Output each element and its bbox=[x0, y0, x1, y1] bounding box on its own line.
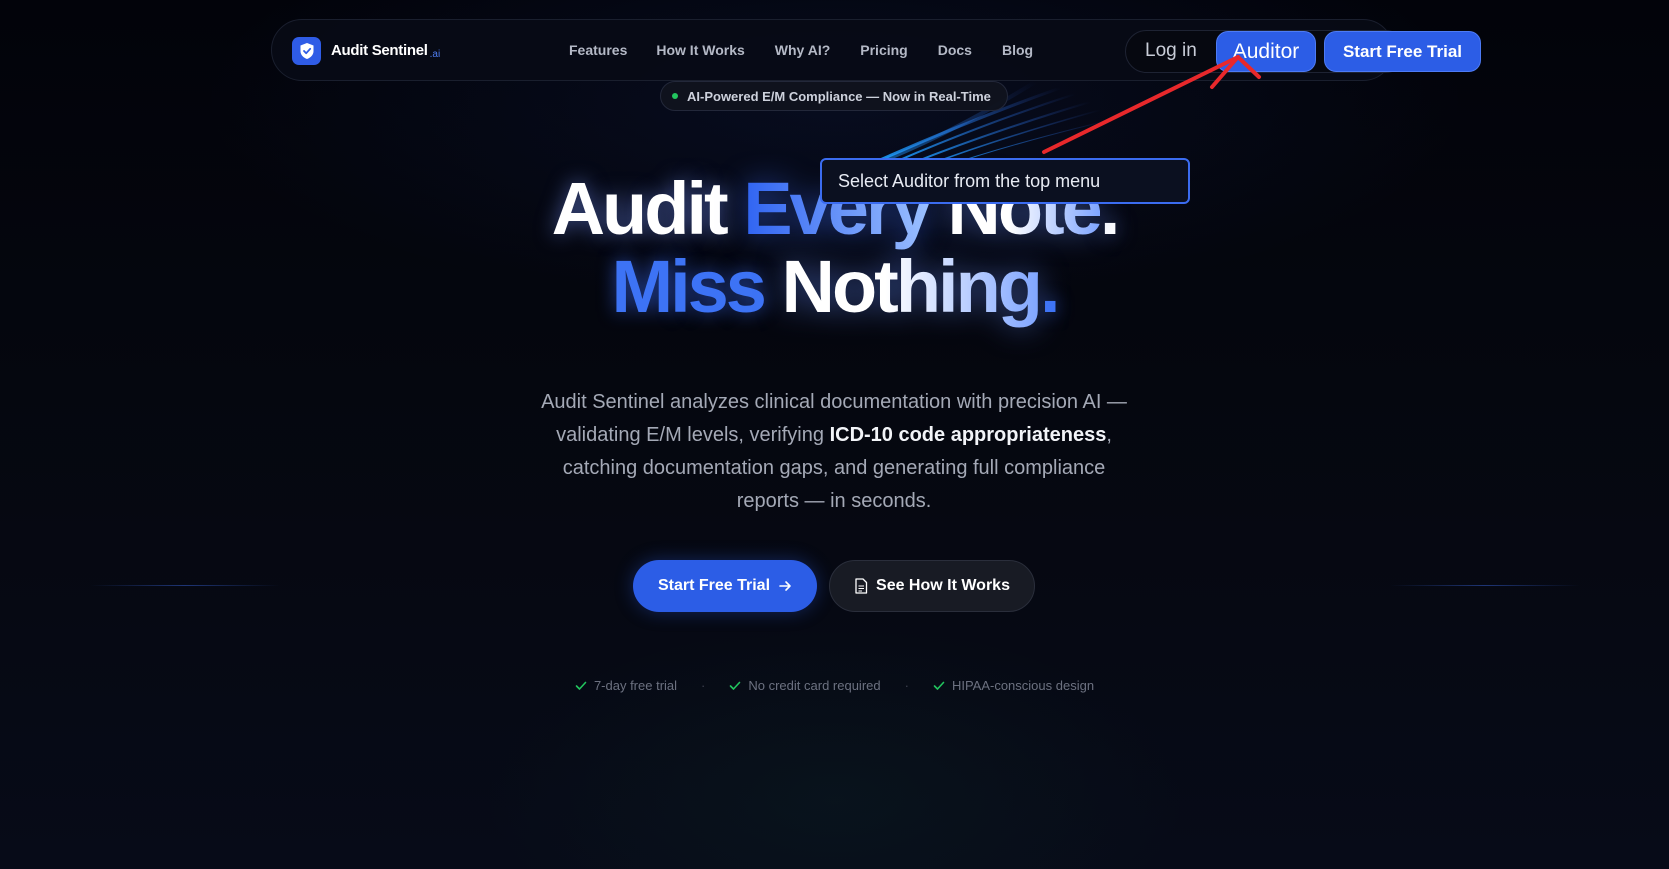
perk-separator: · bbox=[701, 678, 706, 693]
shield-check-icon bbox=[292, 37, 321, 65]
nav-link-features[interactable]: Features bbox=[569, 42, 627, 58]
brand-name: Audit Sentinel bbox=[331, 42, 428, 59]
status-dot bbox=[672, 93, 678, 99]
brand-logo[interactable]: Audit Sentinel .ai bbox=[292, 37, 440, 65]
decorative-line-left bbox=[90, 585, 280, 586]
headline-dot: . bbox=[1039, 245, 1060, 328]
perk-text: 7-day free trial bbox=[593, 678, 678, 693]
nav-link-docs[interactable]: Docs bbox=[938, 42, 972, 58]
perk-text: No credit card required bbox=[748, 678, 881, 693]
nav-link-pricing[interactable]: Pricing bbox=[860, 42, 907, 58]
see-how-it-works-button[interactable]: See How It Works bbox=[829, 560, 1035, 612]
hero-headline-line2: Miss Nothing. bbox=[0, 250, 1669, 324]
decorative-line-right bbox=[1390, 585, 1580, 586]
perks-list: 7-day free trial · No credit card requir… bbox=[0, 678, 1669, 693]
brand-tld: .ai bbox=[429, 49, 441, 60]
nav-start-trial-button[interactable]: Start Free Trial bbox=[1324, 31, 1481, 72]
perk-item: HIPAA-conscious design bbox=[933, 678, 1094, 693]
check-icon bbox=[730, 681, 741, 690]
nav-link-blog[interactable]: Blog bbox=[1002, 42, 1033, 58]
perk-separator: · bbox=[904, 678, 909, 693]
cta-primary-label: Start Free Trial bbox=[657, 577, 771, 594]
headline-word: Audit bbox=[551, 167, 729, 250]
announcement-badge: AI-Powered E/M Compliance — Now in Real-… bbox=[660, 81, 1008, 111]
arrow-right-icon bbox=[779, 581, 791, 591]
check-icon bbox=[933, 681, 945, 690]
perk-text: HIPAA-conscious design bbox=[951, 678, 1095, 693]
headline-word: Nothing bbox=[781, 245, 1043, 328]
perk-item: No credit card required bbox=[729, 678, 881, 693]
nav-links: Features How It Works Why AI? Pricing Do… bbox=[569, 42, 1033, 58]
badge-text: AI-Powered E/M Compliance — Now in Real-… bbox=[687, 88, 991, 104]
description-emphasis: ICD-10 code appropriateness bbox=[829, 424, 1107, 446]
check-icon bbox=[575, 681, 587, 690]
document-icon bbox=[855, 578, 868, 594]
nav-link-how-it-works[interactable]: How It Works bbox=[656, 42, 744, 58]
hero-description: Audit Sentinel analyzes clinical documen… bbox=[534, 386, 1134, 518]
cta-secondary-label: See How It Works bbox=[876, 577, 1010, 594]
landing-page: Audit Sentinel .ai Features How It Works … bbox=[0, 0, 1669, 869]
annotation-arrow-icon bbox=[1042, 55, 1261, 154]
start-free-trial-button[interactable]: Start Free Trial bbox=[633, 560, 817, 612]
perk-item: 7-day free trial bbox=[575, 678, 677, 693]
headline-word: Miss bbox=[611, 245, 767, 328]
nav-link-why-ai[interactable]: Why AI? bbox=[775, 42, 830, 58]
instruction-tooltip: Select Auditor from the top menu bbox=[820, 158, 1190, 204]
